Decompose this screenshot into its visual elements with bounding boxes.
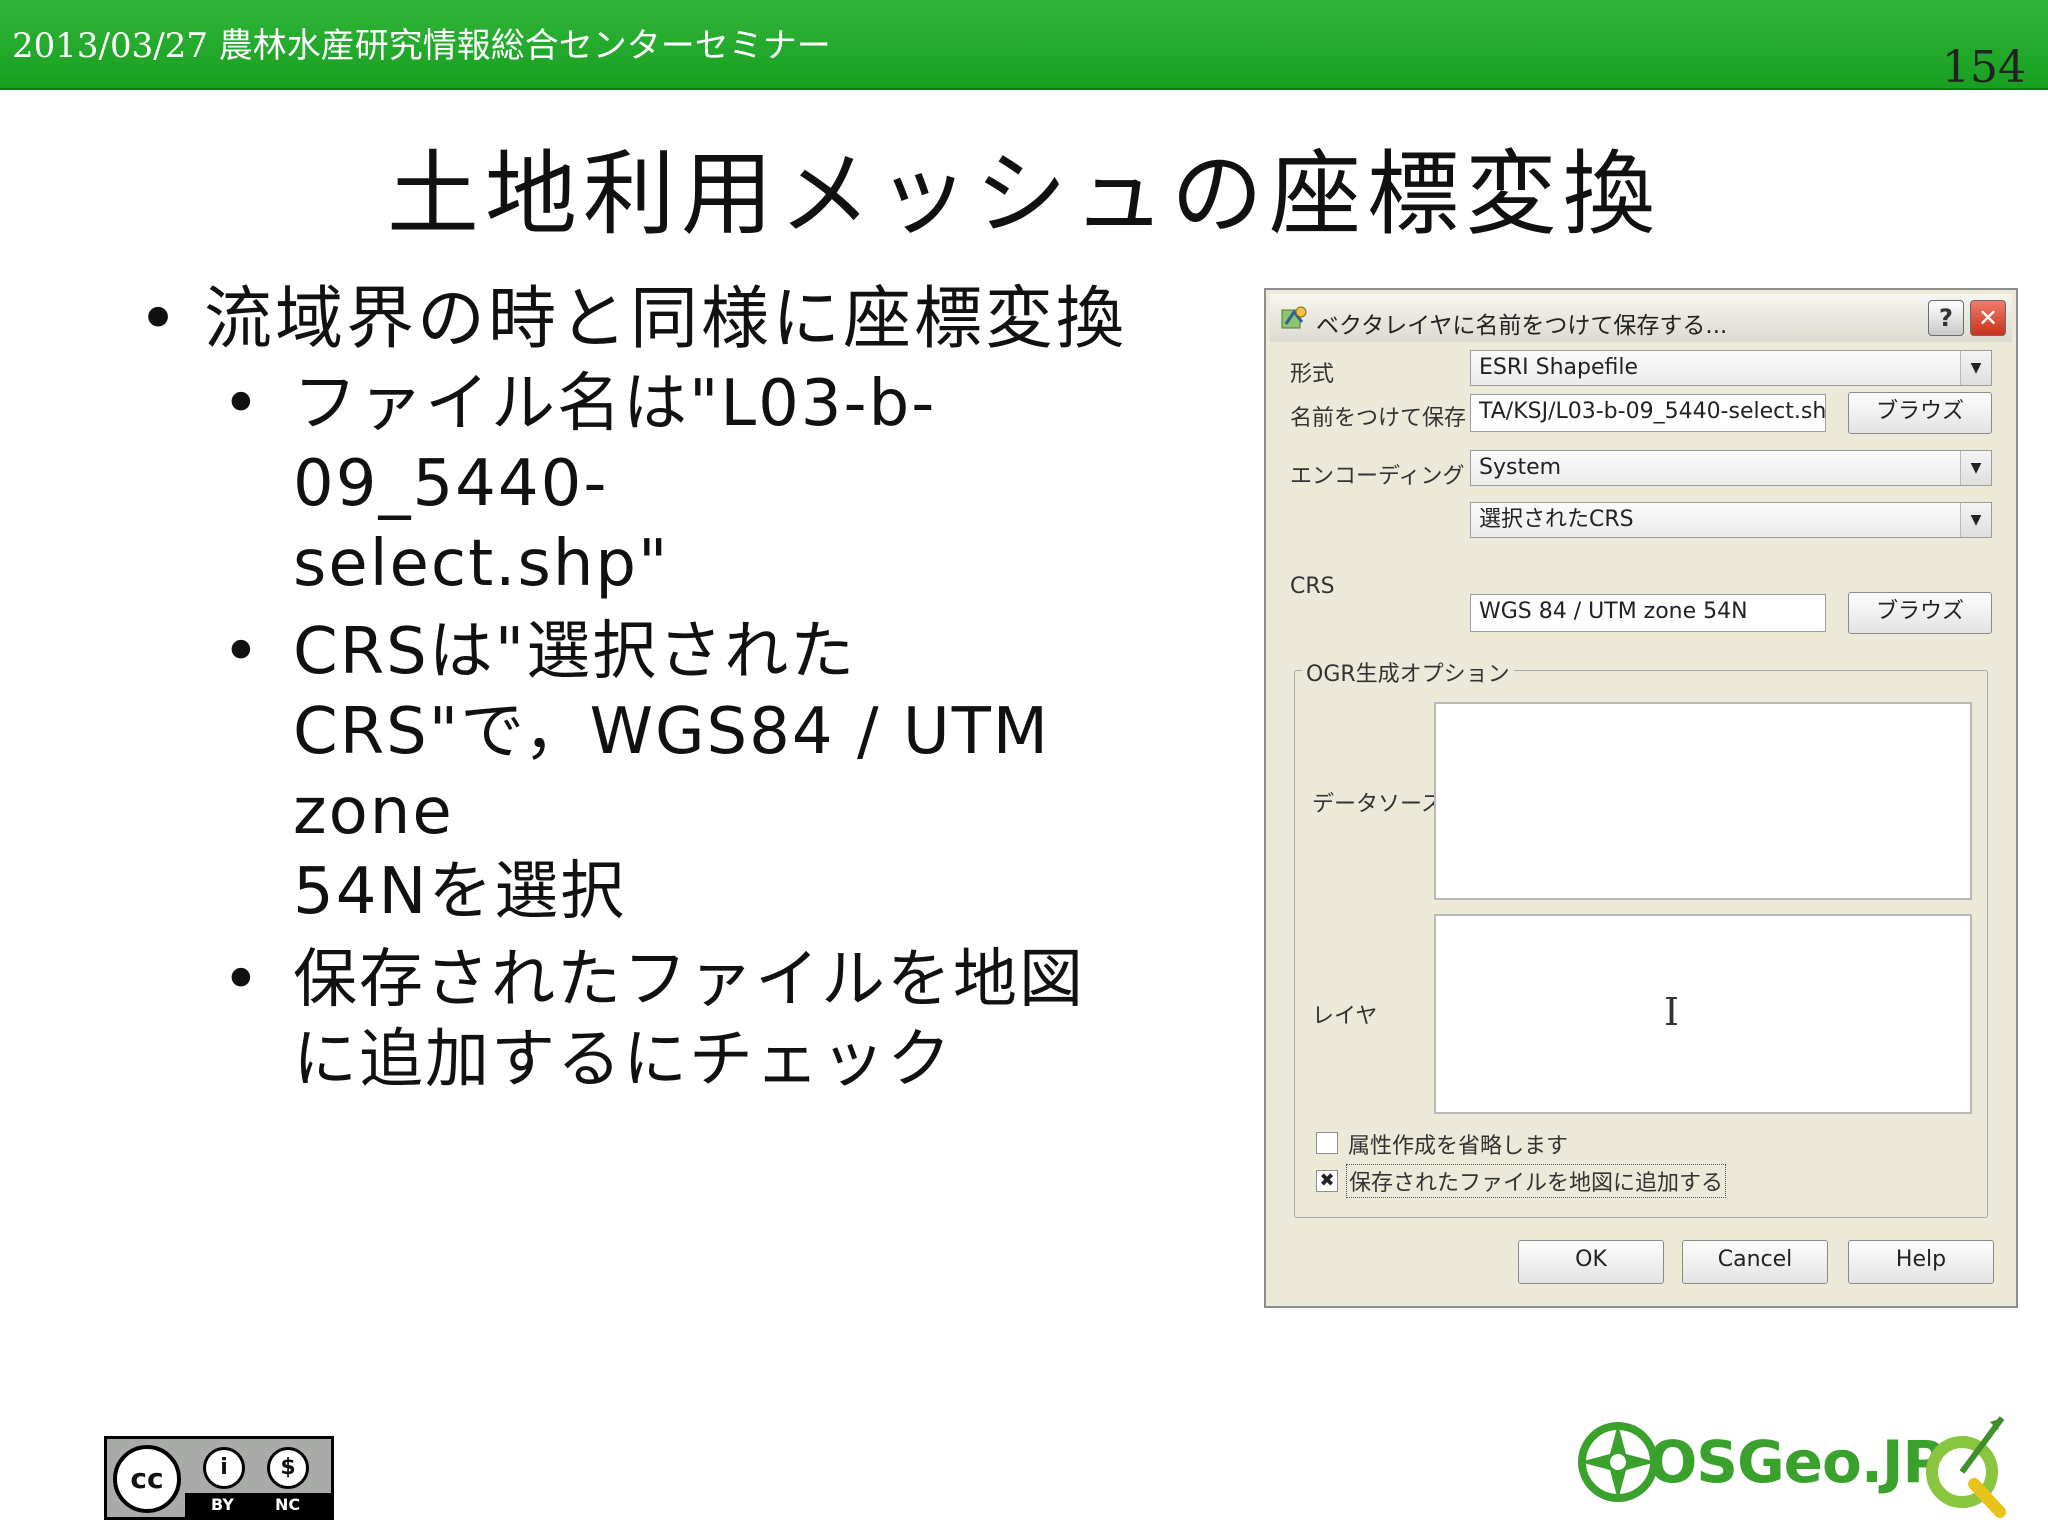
format-select-value: ESRI Shapefile xyxy=(1479,355,1639,380)
crs-mode-select[interactable]: 選択されたCRS ▼ xyxy=(1470,502,1992,538)
bullet-list: 流域界の時と同様に座標変換 ファイル名は"L03-b-09_5440- sele… xyxy=(130,280,1230,1108)
titlebar-close-button[interactable]: ✕ xyxy=(1970,300,2006,336)
titlebar-help-button[interactable]: ? xyxy=(1928,300,1964,336)
cc-by-label: BY xyxy=(211,1495,234,1514)
dialog-help-button[interactable]: Help xyxy=(1848,1240,1994,1284)
crs-input[interactable]: WGS 84 / UTM zone 54N xyxy=(1470,594,1826,632)
save-as-label: 名前をつけて保存 xyxy=(1290,406,1467,431)
bullet-filename-line2: select.shp" xyxy=(293,527,670,601)
add-to-map-checkbox[interactable]: ✖ xyxy=(1316,1170,1338,1192)
save-as-path-input[interactable]: TA/KSJ/L03-b-09_5440-select.shp xyxy=(1470,394,1826,432)
skip-attributes-checkbox[interactable] xyxy=(1316,1132,1338,1154)
text-cursor-icon: I xyxy=(1664,990,1680,1034)
qgis-dialog-icon xyxy=(1281,306,1307,329)
bullet-crs: CRSは"選択された CRS"で，WGS84 / UTM zone 54Nを選択 xyxy=(130,612,1230,932)
dialog-title: ベクタレイヤに名前をつけて保存する... xyxy=(1316,313,1728,339)
add-to-map-label: 保存されたファイルを地図に追加する xyxy=(1346,1164,1727,1198)
cc-logo-icon: cc xyxy=(113,1445,181,1513)
bullet-crs-line2: CRS"で，WGS84 / UTM zone xyxy=(293,695,1051,849)
qgis-logo-icon xyxy=(1926,1416,2006,1518)
save-vector-layer-dialog: ベクタレイヤに名前をつけて保存する... ? ✕ 形式 ESRI Shapefi… xyxy=(1264,288,2018,1308)
datasource-options-textarea[interactable] xyxy=(1434,702,1972,900)
bullet-crs-line3: 54Nを選択 xyxy=(293,855,627,929)
bullet-filename: ファイル名は"L03-b-09_5440- select.shp" xyxy=(130,364,1230,604)
chevron-down-icon: ▼ xyxy=(1960,351,1991,385)
crs-label: CRS xyxy=(1290,574,1335,599)
bullet-add-line1: 保存されたファイルを地図 xyxy=(293,943,1085,1017)
ogr-options-group-label: OGR生成オプション xyxy=(1302,656,1514,688)
bullet-add-line2: に追加するにチェック xyxy=(293,1023,953,1097)
page-number: 154 xyxy=(1942,42,2026,93)
ok-button[interactable]: OK xyxy=(1518,1240,1664,1284)
bullet-add-to-map: 保存されたファイルを地図 に追加するにチェック xyxy=(130,940,1230,1100)
bullet-main: 流域界の時と同様に座標変換 xyxy=(130,280,1230,360)
format-label: 形式 xyxy=(1290,362,1335,387)
cancel-button[interactable]: Cancel xyxy=(1682,1240,1828,1284)
encoding-select[interactable]: System ▼ xyxy=(1470,450,1992,486)
cc-nc-label: NC xyxy=(275,1495,301,1514)
datasource-label: データソース xyxy=(1312,792,1443,817)
slide-title: 土地利用メッシュの座標変換 xyxy=(386,141,1661,248)
skip-attributes-label: 属性作成を省略します xyxy=(1348,1134,1569,1159)
encoding-select-value: System xyxy=(1479,455,1562,480)
format-select[interactable]: ESRI Shapefile ▼ xyxy=(1470,350,1992,386)
osgeo-jp-logo-text: OSGeo.JP xyxy=(1648,1428,1945,1496)
browse-crs-button[interactable]: ブラウズ xyxy=(1848,592,1992,634)
chevron-down-icon: ▼ xyxy=(1960,503,1991,537)
cc-by-icon: i xyxy=(203,1447,245,1489)
chevron-down-icon: ▼ xyxy=(1960,451,1991,485)
dialog-titlebar[interactable]: ベクタレイヤに名前をつけて保存する... ? ✕ xyxy=(1270,294,2012,342)
layer-options-textarea[interactable] xyxy=(1434,914,1972,1114)
cc-label-strip xyxy=(185,1493,331,1517)
bullet-filename-line1: ファイル名は"L03-b-09_5440- xyxy=(293,367,937,521)
layer-label: レイヤ xyxy=(1312,1004,1378,1029)
bullet-crs-line1: CRSは"選択された xyxy=(293,615,857,689)
cc-license-badge: cc i $ BY NC xyxy=(104,1436,334,1520)
slide-header-title: 2013/03/27 農林水産研究情報総合センターセミナー xyxy=(12,26,831,66)
cc-nc-icon: $ xyxy=(267,1447,309,1489)
encoding-label: エンコーディング xyxy=(1290,464,1465,489)
slide-header-bar: 2013/03/27 農林水産研究情報総合センターセミナー xyxy=(0,0,2048,90)
browse-file-button[interactable]: ブラウズ xyxy=(1848,392,1992,434)
crs-mode-select-value: 選択されたCRS xyxy=(1479,507,1634,532)
